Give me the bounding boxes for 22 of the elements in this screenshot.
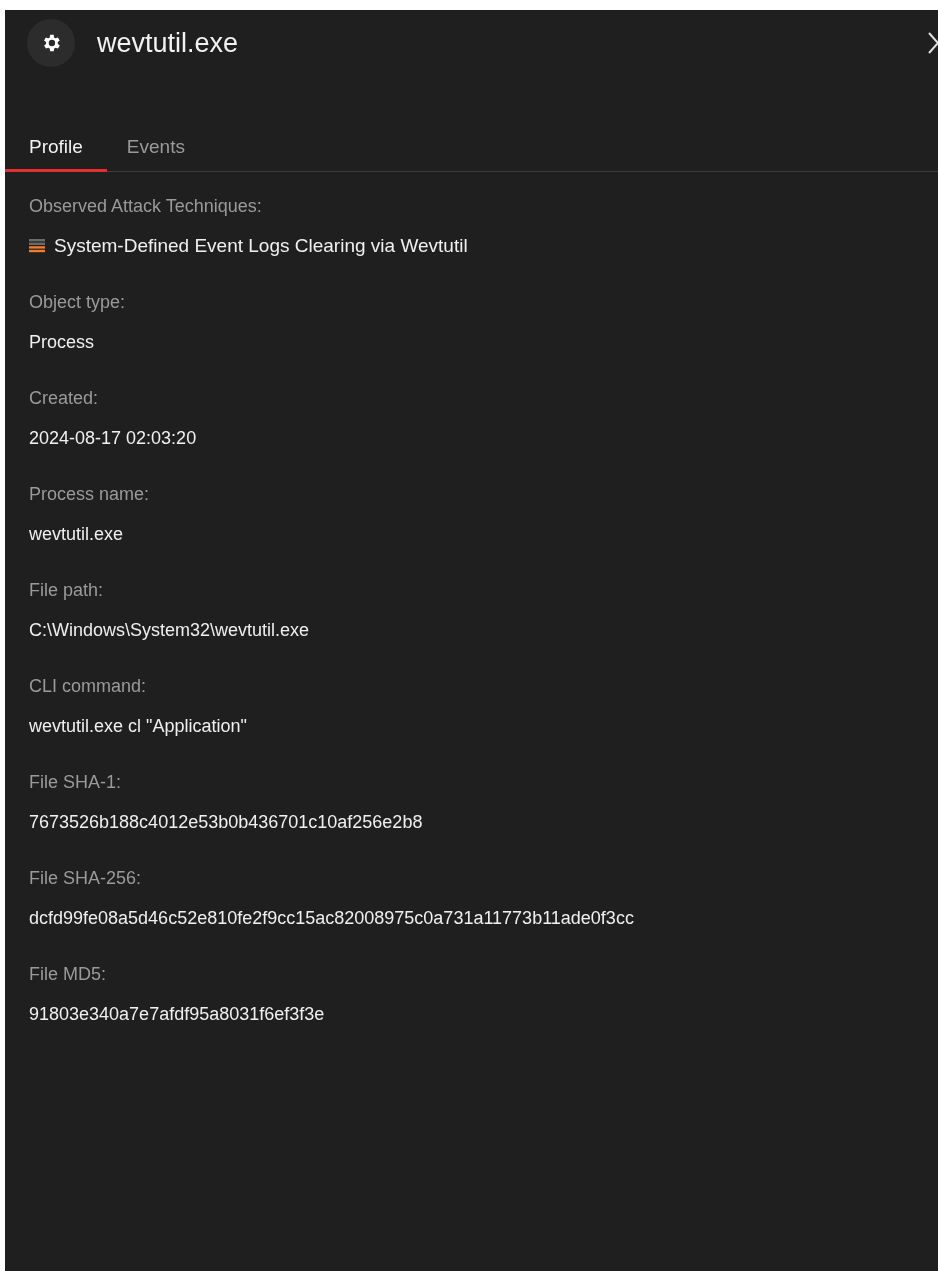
- field-label: CLI command:: [29, 675, 148, 698]
- tab[interactable]: Profile: [5, 126, 107, 172]
- tab[interactable]: Events: [106, 126, 205, 172]
- technique-link[interactable]: System-Defined Event Logs Clearing via Wevtutil: [54, 231, 468, 261]
- field-label: Observed Attack Techniques:: [29, 195, 263, 218]
- field-label: Created:: [29, 387, 100, 410]
- field-value: 7673526b188c4012e53b0b436701c10af256e2b8: [29, 811, 424, 834]
- field-label: Object type:: [29, 291, 127, 314]
- panel-title: wevtutil.exe: [97, 26, 239, 60]
- field-label: File path:: [29, 579, 105, 602]
- field-value: Process: [29, 331, 96, 354]
- field-label: File MD5:: [29, 963, 107, 986]
- field-value: 2024-08-17 02:03:20: [29, 427, 198, 450]
- close-icon[interactable]: [928, 32, 938, 54]
- field-value: dcfd99fe08a5d46c52e810fe2f9cc15ac82008975c0a731a11773b11ade0f3cc: [29, 907, 635, 930]
- field-label: File SHA-1:: [29, 771, 123, 794]
- field-value: C:\Windows\System32\wevtutil.exe: [29, 619, 311, 642]
- field-value: wevtutil.exe: [29, 523, 125, 546]
- field-label: Process name:: [29, 483, 151, 506]
- field-label: File SHA-256:: [29, 867, 143, 890]
- field-value: 91803e340a7e7afdf95a8031f6ef3f3e: [29, 1003, 326, 1026]
- field-value: wevtutil.exe cl "Application": [29, 715, 248, 738]
